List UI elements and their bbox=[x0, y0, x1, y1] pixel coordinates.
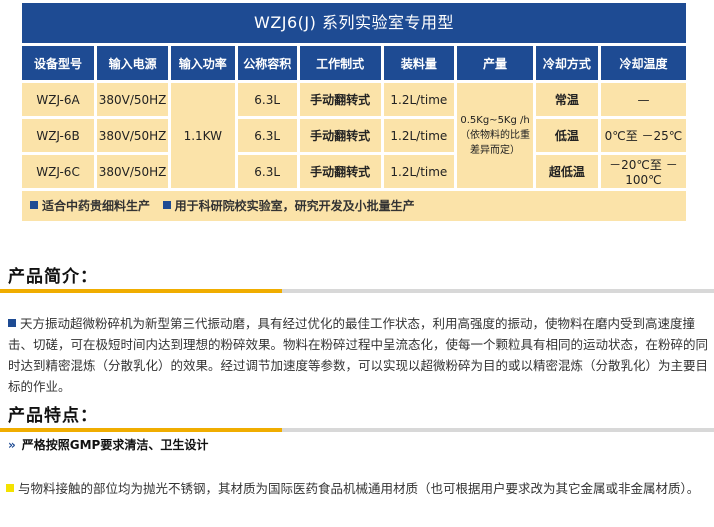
cell-load: 1.2L/time bbox=[383, 119, 455, 152]
header-mode: 工作制式 bbox=[299, 46, 381, 80]
table-row: WZJ-6A 380V/50HZ 1.1KW 6.3L 手动翻转式 1.2L/t… bbox=[22, 83, 686, 188]
cell-model: WZJ-6B bbox=[22, 119, 95, 152]
intro-text: 天方振动超微粉碎机为新型第三代振动磨，具有经过优化的最佳工作状态，利用高强度的振… bbox=[8, 316, 709, 394]
note-item: 适合中药贵细料生产 bbox=[42, 199, 151, 213]
feature-heading: » 严格按照GMP要求清洁、卫生设计 bbox=[0, 436, 714, 452]
table-row: WZJ-6C 380V/50HZ 6.3L 手动翻转式 1.2L/time 超低… bbox=[22, 155, 686, 188]
cell-temp: 0℃至 －25℃ bbox=[600, 119, 686, 152]
spec-notes: 适合中药贵细料生产 用于科研院校实验室，研究开发及小批量生产 bbox=[22, 191, 686, 221]
header-model: 设备型号 bbox=[22, 46, 95, 80]
spec-table-panel: WZJ6(J) 系列实验室专用型 设备型号 输入电源 输入功率 公称容积 工作制… bbox=[22, 3, 686, 221]
square-bullet-icon bbox=[30, 201, 38, 209]
header-load: 装料量 bbox=[383, 46, 455, 80]
cell-cooling: 常温 bbox=[535, 83, 598, 116]
divider-accent bbox=[0, 289, 282, 293]
intro-text-block: 天方振动超微粉碎机为新型第三代振动磨，具有经过优化的最佳工作状态，利用高强度的振… bbox=[8, 313, 708, 397]
cell-cooling: 低温 bbox=[535, 119, 598, 152]
feature-body: 与物料接触的部位均为抛光不锈钢，其材质为国际医药食品机械通用材质（也可根据用户要… bbox=[6, 478, 710, 499]
divider-accent bbox=[0, 428, 282, 432]
intro-title: 产品简介： bbox=[8, 267, 98, 287]
cell-temp: －20℃至 －100℃ bbox=[600, 155, 686, 188]
cell-volume: 6.3L bbox=[237, 83, 297, 116]
cell-temp: — bbox=[600, 83, 686, 116]
table-row: WZJ-6B 380V/50HZ 6.3L 手动翻转式 1.2L/time 低温… bbox=[22, 119, 686, 152]
cell-volume: 6.3L bbox=[237, 119, 297, 152]
header-cooling: 冷却方式 bbox=[535, 46, 598, 80]
cell-cooling: 超低温 bbox=[535, 155, 598, 188]
header-output: 产量 bbox=[457, 46, 533, 80]
spec-title: WZJ6(J) 系列实验室专用型 bbox=[22, 3, 686, 43]
header-temp: 冷却温度 bbox=[600, 46, 686, 80]
spec-table: 设备型号 输入电源 输入功率 公称容积 工作制式 装料量 产量 冷却方式 冷却温… bbox=[19, 43, 689, 191]
double-chevron-icon: » bbox=[8, 438, 16, 452]
cell-volume: 6.3L bbox=[237, 155, 297, 188]
square-bullet-icon bbox=[162, 201, 171, 209]
cell-supply: 380V/50HZ bbox=[97, 119, 169, 152]
cell-mode: 手动翻转式 bbox=[299, 83, 381, 116]
header-power: 输入功率 bbox=[171, 46, 235, 80]
cell-mode: 手动翻转式 bbox=[299, 119, 381, 152]
features-divider bbox=[0, 428, 714, 432]
cell-load: 1.2L/time bbox=[383, 83, 455, 116]
cell-model: WZJ-6C bbox=[22, 155, 95, 188]
header-supply: 输入电源 bbox=[97, 46, 169, 80]
cell-model: WZJ-6A bbox=[22, 83, 95, 116]
cell-output: 0.5Kg~5Kg /h（依物料的比重差异而定） bbox=[457, 83, 533, 188]
spec-header-row: 设备型号 输入电源 输入功率 公称容积 工作制式 装料量 产量 冷却方式 冷却温… bbox=[22, 46, 686, 80]
feature-text: 与物料接触的部位均为抛光不锈钢，其材质为国际医药食品机械通用材质（也可根据用户要… bbox=[18, 481, 700, 496]
note-item: 用于科研院校实验室，研究开发及小批量生产 bbox=[174, 199, 415, 213]
cell-mode: 手动翻转式 bbox=[299, 155, 381, 188]
intro-divider bbox=[0, 289, 714, 293]
cell-power: 1.1KW bbox=[171, 83, 235, 188]
header-volume: 公称容积 bbox=[237, 46, 297, 80]
features-title: 产品特点： bbox=[8, 406, 98, 426]
square-bullet-icon bbox=[8, 319, 16, 327]
cell-load: 1.2L/time bbox=[383, 155, 455, 188]
cell-supply: 380V/50HZ bbox=[97, 83, 169, 116]
feature-heading-text: 严格按照GMP要求清洁、卫生设计 bbox=[21, 438, 209, 452]
cell-supply: 380V/50HZ bbox=[97, 155, 169, 188]
yellow-square-bullet-icon bbox=[6, 484, 14, 492]
